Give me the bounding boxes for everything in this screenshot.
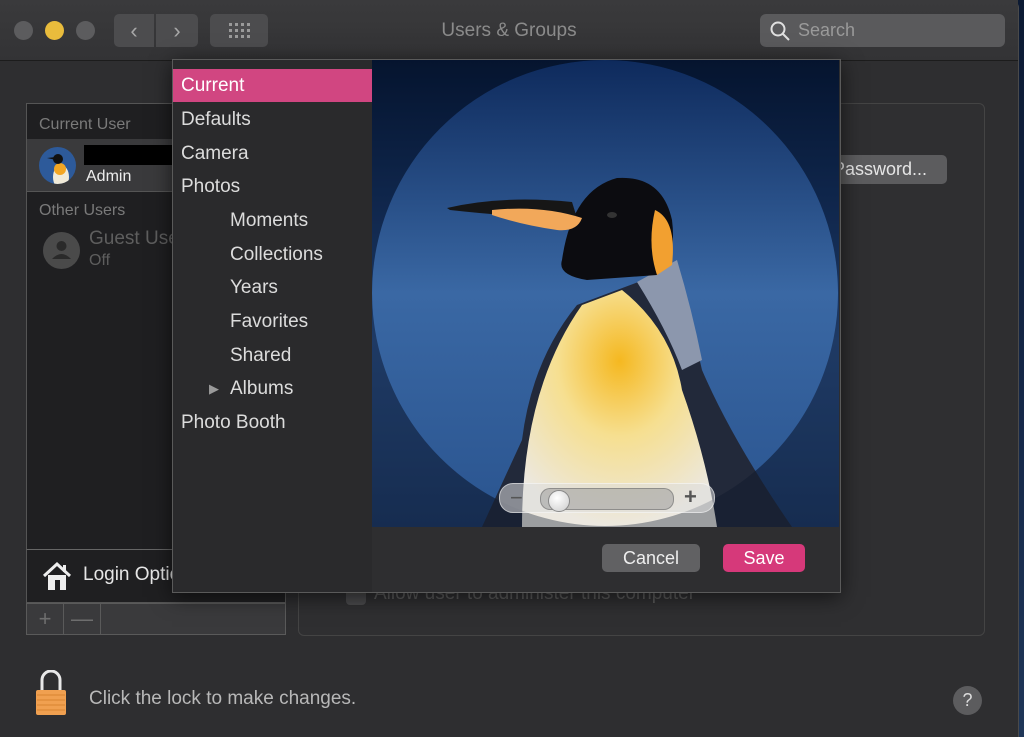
avatar <box>39 147 76 184</box>
penguin-image <box>372 60 839 527</box>
source-item-camera[interactable]: Camera <box>173 137 372 170</box>
lock-icon[interactable] <box>34 670 68 716</box>
picture-crop-area[interactable]: − + <box>372 60 839 527</box>
source-item-favorites[interactable]: Favorites <box>173 305 372 338</box>
disclosure-triangle-icon[interactable]: ▶ <box>209 372 219 405</box>
search-icon <box>770 21 790 41</box>
save-button[interactable]: Save <box>723 544 805 572</box>
source-item-collections[interactable]: Collections <box>173 238 372 271</box>
source-item-current[interactable]: Current <box>173 69 372 102</box>
source-item-shared[interactable]: Shared <box>173 339 372 372</box>
lock-status-text: Click the lock to make changes. <box>89 688 357 709</box>
login-options-label: Login Options <box>83 564 173 585</box>
picture-source-list: Current Defaults Camera Photos Moments C… <box>173 60 372 592</box>
zoom-slider[interactable]: − + <box>499 483 715 513</box>
add-user-button[interactable]: + <box>27 604 64 634</box>
redacted-user-name <box>84 145 174 165</box>
help-button[interactable]: ? <box>953 686 982 715</box>
source-item-years[interactable]: Years <box>173 271 372 304</box>
zoom-out-icon[interactable]: − <box>510 485 523 511</box>
guest-avatar-icon <box>43 232 80 269</box>
cancel-button[interactable]: Cancel <box>602 544 700 572</box>
current-user-header: Current User <box>39 116 131 133</box>
guest-user-name[interactable]: Guest User <box>89 228 177 250</box>
titlebar: ‹ › Users & Groups <box>0 0 1018 61</box>
source-item-photos[interactable]: Photos <box>173 170 372 203</box>
zoom-track[interactable] <box>540 488 674 512</box>
search-input[interactable] <box>796 19 990 42</box>
house-icon <box>42 561 72 590</box>
search-field[interactable] <box>760 14 1005 47</box>
add-remove-bar: + — <box>26 603 286 635</box>
zoom-thumb[interactable] <box>547 490 570 512</box>
source-item-photo-booth[interactable]: Photo Booth <box>173 406 372 439</box>
picture-picker-sheet: Current Defaults Camera Photos Moments C… <box>172 59 841 593</box>
user-role: Admin <box>86 168 132 185</box>
users-groups-window: ‹ › Users & Groups Current User Admin Ot… <box>0 0 1019 737</box>
source-item-defaults[interactable]: Defaults <box>173 103 372 136</box>
guest-user-status: Off <box>89 252 111 269</box>
remove-user-button[interactable]: — <box>64 604 101 634</box>
zoom-in-icon[interactable]: + <box>684 484 697 510</box>
other-users-header: Other Users <box>39 202 126 219</box>
source-item-albums[interactable]: ▶ Albums <box>173 372 372 405</box>
source-item-moments[interactable]: Moments <box>173 204 372 237</box>
